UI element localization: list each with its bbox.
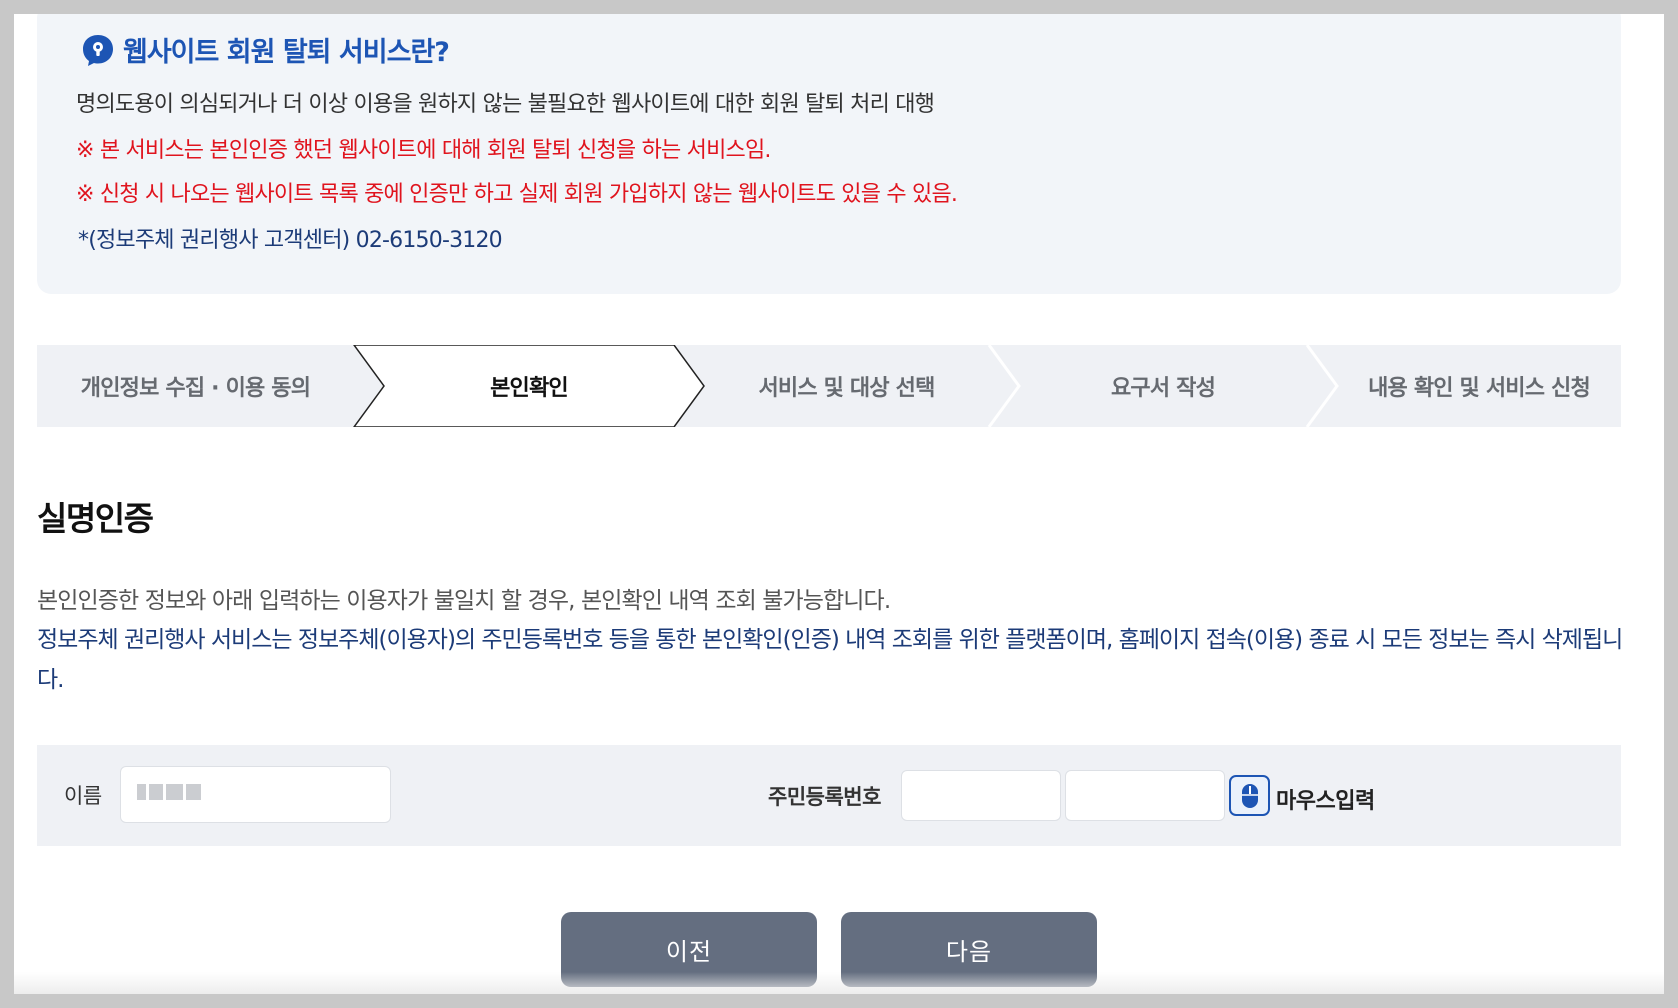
step-request-writing: 요구서 작성 (1110, 376, 1216, 401)
step-identity-verification: 본인확인 (490, 376, 569, 401)
mouse-icon (1241, 783, 1258, 808)
info-notice-1: ※ 본 서비스는 본인인증 했던 웹사이트에 대해 회원 탈퇴 신청을 하는 서… (76, 138, 771, 163)
step-consent: 개인정보 수집 · 이용 동의 (80, 376, 311, 401)
name-label: 이름 (64, 784, 102, 808)
step-confirm-apply: 내용 확인 및 서비스 신청 (1368, 376, 1591, 401)
step-service-selection: 서비스 및 대상 선택 (758, 376, 935, 401)
next-button[interactable]: 다음 (841, 912, 1097, 987)
bottom-scroll-fade (14, 972, 1664, 994)
section-title: 실명인증 (37, 499, 154, 538)
page-viewport: 웹사이트 회원 탈퇴 서비스란? 명의도용이 의심되거나 더 이상 이용을 원하… (14, 14, 1664, 994)
section-desc-warning: 본인인증한 정보와 아래 입력하는 이용자가 불일치 할 경우, 본인확인 내역… (37, 588, 891, 614)
info-notice-2: ※ 신청 시 나오는 웹사이트 목록 중에 인증만 하고 실제 회원 가입하지 … (76, 182, 958, 207)
rrn-label: 주민등록번호 (768, 785, 881, 809)
lock-chat-icon (81, 33, 115, 67)
rrn-front-input[interactable] (901, 770, 1061, 821)
section-desc-privacy: 정보주체 권리행사 서비스는 정보주체(이용자)의 주민등록번호 등을 통한 본… (37, 627, 1623, 693)
rrn-back-input[interactable] (1065, 770, 1225, 821)
info-contact: *(정보주체 권리행사 고객센터) 02-6150-3120 (78, 228, 503, 253)
identity-form-row: 이름 주민등록번호 마우스입력 (37, 745, 1621, 846)
masked-name-value (137, 781, 201, 803)
info-title: 웹사이트 회원 탈퇴 서비스란? (81, 30, 450, 69)
info-description: 명의도용이 의심되거나 더 이상 이용을 원하지 않는 불필요한 웹사이트에 대… (76, 92, 935, 117)
step-progress-bar: 개인정보 수집 · 이용 동의 본인확인 서비스 및 대상 선택 요구서 작성 … (37, 345, 1621, 427)
prev-button[interactable]: 이전 (561, 912, 817, 987)
mouse-input-button[interactable] (1229, 775, 1270, 816)
mouse-input-label: 마우스입력 (1276, 789, 1375, 814)
info-title-text: 웹사이트 회원 탈퇴 서비스란? (123, 37, 450, 68)
